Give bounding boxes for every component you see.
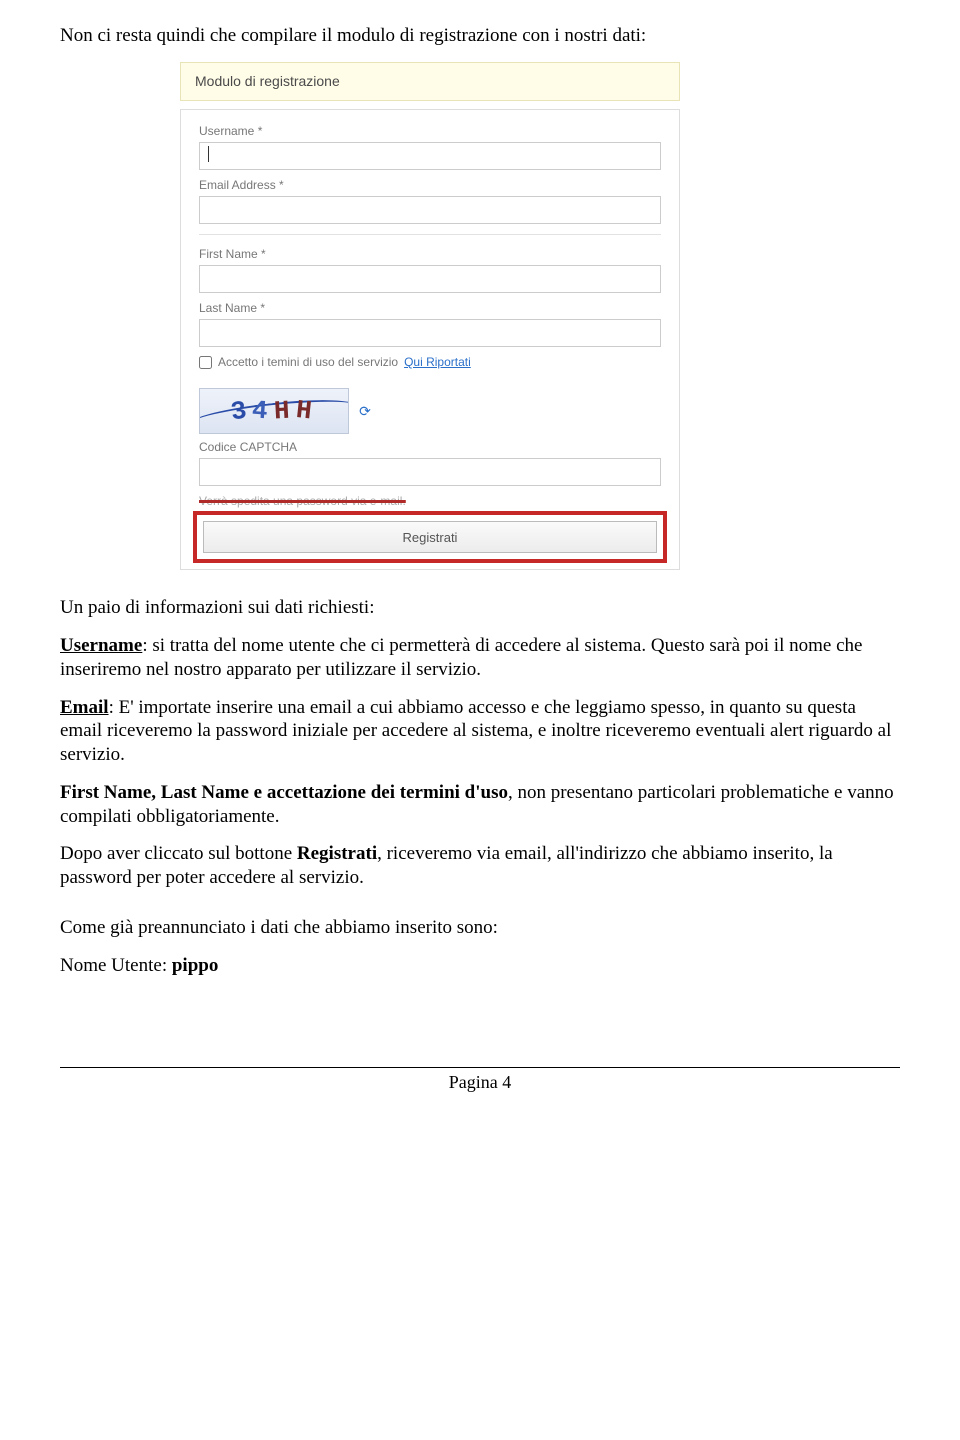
- email-body: : E' importate inserire una email a cui …: [60, 697, 891, 766]
- username-input[interactable]: [199, 142, 661, 170]
- page-footer: Pagina 4: [60, 1067, 900, 1094]
- username-label: Username *: [199, 124, 661, 139]
- refresh-icon[interactable]: ⟳: [357, 403, 373, 419]
- nomeutente-value: pippo: [172, 955, 218, 976]
- register-highlight-box: Registrati: [193, 511, 667, 563]
- terms-text: Accetto i temini di uso del servizio: [218, 355, 398, 370]
- firstlast-heading: First Name, Last Name e accettazione dei…: [60, 782, 508, 803]
- registration-form: Modulo di registrazione Username * Email…: [180, 62, 680, 571]
- after-image-text: Un paio di informazioni sui dati richies…: [60, 596, 900, 620]
- captcha-input[interactable]: [199, 458, 661, 486]
- captcha-row: 3 4 H H ⟳: [199, 388, 661, 434]
- terms-checkbox[interactable]: [199, 356, 212, 369]
- intro-text: Non ci resta quindi che compilare il mod…: [60, 24, 900, 48]
- username-group: Username *: [199, 124, 661, 170]
- registration-screenshot: Modulo di registrazione Username * Email…: [180, 62, 900, 571]
- captcha-label: Codice CAPTCHA: [199, 440, 661, 455]
- email-input[interactable]: [199, 196, 661, 224]
- form-body: Username * Email Address * First Name * …: [180, 109, 680, 570]
- firstlast-paragraph: First Name, Last Name e accettazione dei…: [60, 781, 900, 829]
- captcha-char: H: [294, 394, 319, 429]
- password-note: Verrà spedita una password via e-mail.: [199, 494, 661, 509]
- afterclick-text1: Dopo aver cliccato sul bottone: [60, 843, 297, 864]
- terms-link[interactable]: Qui Riportati: [404, 355, 471, 370]
- username-heading: Username: [60, 635, 142, 656]
- firstname-label: First Name *: [199, 247, 661, 262]
- terms-row: Accetto i temini di uso del servizio Qui…: [199, 355, 661, 370]
- register-button[interactable]: Registrati: [203, 521, 657, 553]
- email-group: Email Address *: [199, 178, 661, 224]
- lastname-group: Last Name *: [199, 301, 661, 347]
- firstname-input[interactable]: [199, 265, 661, 293]
- afterclick-paragraph: Dopo aver cliccato sul bottone Registrat…: [60, 842, 900, 890]
- captcha-char: 4: [251, 394, 275, 428]
- username-paragraph: Username: si tratta del nome utente che …: [60, 634, 900, 682]
- email-paragraph: Email: E' importate inserire una email a…: [60, 696, 900, 767]
- divider: [199, 234, 661, 235]
- lastname-label: Last Name *: [199, 301, 661, 316]
- nomeutente-label: Nome Utente:: [60, 955, 172, 976]
- captcha-image: 3 4 H H: [199, 388, 349, 434]
- username-body: : si tratta del nome utente che ci perme…: [60, 635, 862, 680]
- firstname-group: First Name *: [199, 247, 661, 293]
- form-header: Modulo di registrazione: [180, 62, 680, 102]
- preannounce-text: Come già preannunciato i dati che abbiam…: [60, 916, 900, 940]
- nomeutente-line: Nome Utente: pippo: [60, 954, 900, 978]
- captcha-char: H: [273, 394, 296, 428]
- afterclick-bold: Registrati: [297, 843, 377, 864]
- captcha-group: Codice CAPTCHA: [199, 440, 661, 486]
- email-heading: Email: [60, 697, 109, 718]
- text-cursor: [208, 146, 209, 162]
- lastname-input[interactable]: [199, 319, 661, 347]
- email-label: Email Address *: [199, 178, 661, 193]
